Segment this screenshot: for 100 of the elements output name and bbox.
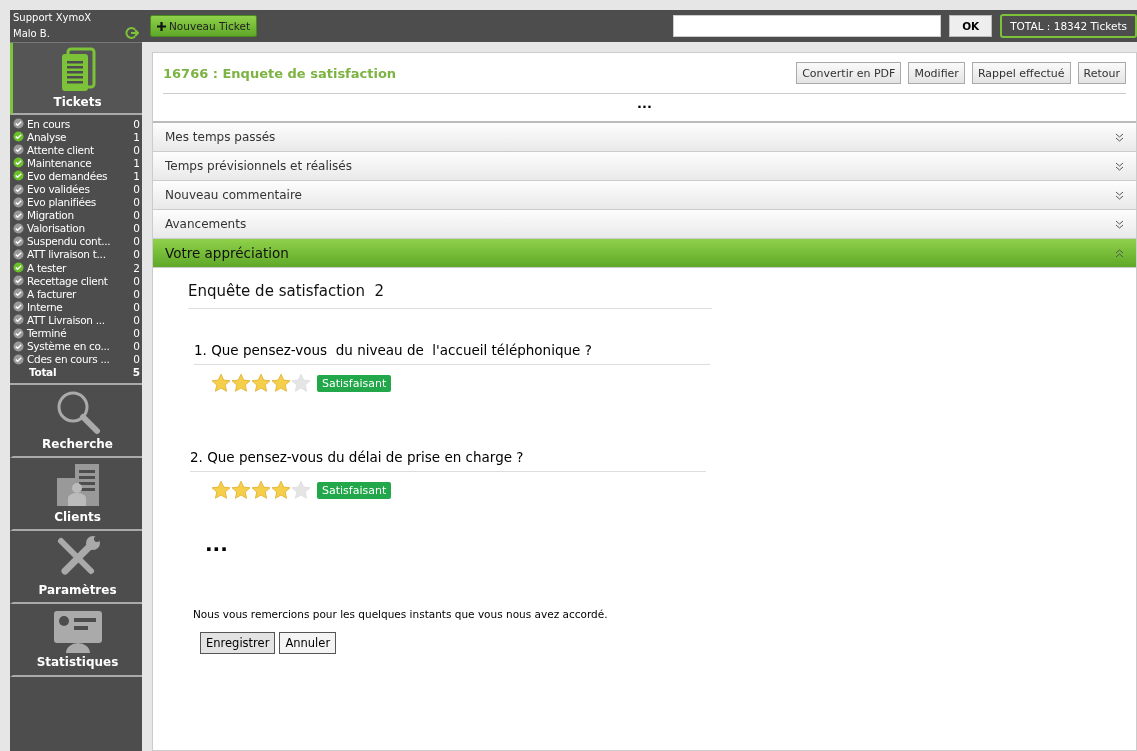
star-icon[interactable] (251, 373, 271, 393)
status-label[interactable]: Evo planifiées (27, 196, 131, 209)
check-icon[interactable] (13, 314, 24, 326)
check-icon[interactable] (13, 235, 24, 247)
rating-badge: Satisfaisant (317, 374, 392, 392)
total-label: Total (28, 366, 58, 379)
user-name: Malo B. (13, 27, 50, 39)
star-rating[interactable] (211, 373, 311, 393)
check-icon[interactable] (13, 340, 24, 352)
status-label[interactable]: A facturer (27, 287, 131, 300)
app-name: Support XymoX (13, 12, 93, 23)
check-icon[interactable] (13, 222, 24, 234)
star-icon[interactable] (251, 480, 271, 500)
star-icon[interactable] (211, 373, 231, 393)
nav-item[interactable]: Tickets (10, 43, 142, 115)
star-icon[interactable] (291, 373, 311, 393)
status-count: 0 (133, 274, 140, 287)
check-icon[interactable] (13, 353, 24, 365)
status-count: 0 (133, 300, 140, 313)
status-count: 0 (133, 183, 140, 195)
status-count: 0 (133, 248, 140, 261)
survey-title: Enquête de satisfaction 2 (188, 282, 712, 309)
new-ticket-button[interactable]: Nouveau Ticket (150, 15, 258, 37)
thanks-text: Nous vous remercions pour les quelques instants que vous nous avez accordé. (193, 608, 609, 620)
status-label[interactable]: Terminé (27, 327, 131, 340)
status-label[interactable]: Migration (27, 209, 131, 222)
status-count: 0 (133, 209, 140, 222)
check-icon[interactable] (13, 249, 24, 260)
action-button[interactable]: Modifier (908, 62, 965, 84)
check-icon[interactable] (13, 288, 24, 300)
check-icon[interactable] (13, 183, 24, 195)
logout-icon[interactable] (125, 26, 139, 40)
status-label[interactable]: Recettage client (27, 274, 131, 287)
total-badge: TOTAL : 18342 Tickets (1000, 14, 1137, 38)
section-header[interactable]: Mes temps passés (153, 123, 1136, 152)
status-count: 0 (133, 117, 140, 130)
status-label[interactable]: Valorisation (27, 222, 131, 235)
star-icon[interactable] (211, 480, 231, 500)
action-button[interactable]: Rappel effectué (971, 62, 1071, 84)
status-label[interactable]: Cdes en cours ... (27, 353, 131, 366)
status-label[interactable]: ATT Livraison ... (27, 313, 131, 326)
star-icon[interactable] (271, 480, 291, 500)
status-label[interactable]: ATT livraison t... (27, 248, 131, 261)
status-label[interactable]: Interne (27, 300, 131, 313)
action-button[interactable]: Convertir en PDF (796, 62, 902, 84)
ticket-title: 16766 : Enquete de satisfaction (163, 65, 398, 81)
status-label[interactable]: Evo validées (27, 183, 131, 195)
status-label[interactable]: Analyse (27, 130, 131, 143)
status-count: 1 (133, 130, 140, 143)
chevron-down-icon (1115, 190, 1124, 200)
action-button[interactable]: Retour (1077, 62, 1126, 84)
star-icon[interactable] (231, 480, 251, 500)
star-icon[interactable] (271, 373, 291, 393)
check-icon[interactable] (13, 131, 24, 143)
status-label[interactable]: En cours (27, 117, 131, 130)
status-count: 0 (133, 340, 140, 353)
question-text: 2. Que pensez-vous du délai de prise en charge ? (190, 449, 706, 472)
check-icon[interactable] (13, 209, 24, 221)
building-icon (54, 462, 101, 509)
search-field[interactable] (673, 15, 942, 37)
check-icon[interactable] (13, 196, 24, 208)
status-count: 0 (133, 143, 140, 156)
chevron-down-icon (1115, 132, 1124, 142)
chevron-up-icon (1115, 248, 1124, 258)
star-icon[interactable] (291, 480, 311, 500)
ok-button[interactable]: OK (949, 15, 993, 37)
chevron-down-icon (1115, 219, 1124, 229)
status-count: 1 (133, 156, 140, 169)
star-rating[interactable] (211, 480, 311, 500)
status-count: 2 (133, 261, 140, 274)
chevron-down-icon (1115, 161, 1124, 171)
status-label[interactable]: Attente client (27, 143, 131, 156)
section-header[interactable]: Nouveau commentaire (153, 181, 1136, 210)
check-icon[interactable] (13, 262, 24, 274)
plus-icon (157, 21, 166, 31)
save-button[interactable]: Enregistrer (200, 632, 276, 654)
check-icon[interactable] (13, 118, 24, 130)
section-header[interactable]: Votre appréciation (153, 239, 1136, 268)
status-count: 0 (133, 327, 140, 340)
status-label[interactable]: Maintenance (27, 156, 131, 169)
star-icon[interactable] (231, 373, 251, 393)
check-icon[interactable] (13, 301, 24, 313)
check-icon[interactable] (13, 327, 24, 339)
status-count: 0 (133, 287, 140, 300)
status-label[interactable]: A tester (27, 261, 131, 274)
status-label[interactable]: Système en co... (27, 340, 131, 353)
total-count: 5 (132, 366, 140, 379)
status-label[interactable]: Evo demandées (27, 169, 131, 182)
check-icon[interactable] (13, 157, 24, 169)
check-icon[interactable] (13, 170, 24, 182)
status-label[interactable]: Suspendu cont... (27, 235, 131, 248)
status-count: 0 (133, 313, 140, 326)
status-count: 1 (133, 169, 140, 182)
status-count: 0 (133, 353, 140, 366)
section-header[interactable]: Temps prévisionnels et réalisés (153, 152, 1136, 181)
status-count: 0 (133, 222, 140, 235)
section-header[interactable]: Avancements (153, 210, 1136, 239)
check-icon[interactable] (13, 275, 24, 287)
cancel-button[interactable]: Annuler (279, 632, 337, 654)
check-icon[interactable] (13, 144, 24, 156)
